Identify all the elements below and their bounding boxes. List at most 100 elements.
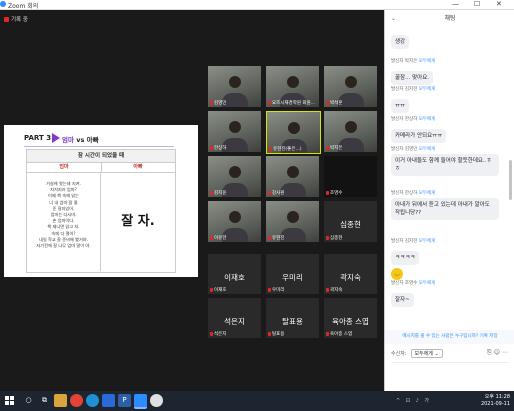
chat-sender: 발신자 조영수 모두에게 [391,280,435,286]
recipient-value: 모두에게 [414,351,433,357]
chat-message: 발신자 김지현 모두에게 ㅠㅠ [391,86,435,113]
table-title: 잠 시간이 되었을 때 [27,150,175,163]
chat-message: 발신자 한상하 모두에게 카메라가 안되요ㅠㅠ [391,116,447,143]
participant-display-name: 탈표용 [282,316,303,326]
participant-name: 우미리 [268,287,284,293]
maximize-button[interactable]: ☐ [474,0,480,8]
windows-start-icon[interactable] [5,396,14,405]
participant-name-text: 석은지 [214,332,227,337]
participant-tile[interactable]: 우미리 우미리 [266,254,319,294]
zoom-logo-icon [0,1,6,7]
mic-muted-icon [326,146,329,150]
chat-recipient: 모두에게 [418,147,436,152]
chat-receiver-notice[interactable]: 메시지를 볼 수 있는 사람은 누구입니까? 기록 저장 [385,330,514,344]
col2-text: 잘 자. [121,214,155,229]
participant-tile[interactable]: 요즈시재경학원 회원... [266,66,319,107]
minimize-button[interactable]: — [452,0,459,8]
file-explorer-icon[interactable] [54,394,67,407]
mic-muted-icon [268,191,271,195]
chat-scrollbar[interactable] [509,160,512,200]
participant-tile[interactable]: 석은지 석은지 [208,298,261,338]
participant-tile[interactable]: 이유한 [208,201,261,242]
zoom-icon[interactable] [134,394,147,409]
participant-tile[interactable]: 박지은 [324,111,377,152]
col1-header: 엄마 [27,163,102,173]
task-view-icon[interactable]: ⧉ [38,394,51,407]
chat-sender-name: 발신자 조영수 [391,281,419,286]
powerpoint-icon[interactable]: P [118,394,131,407]
col1-text: 거실에 왔는데 지켜. 지저지러 엄마? 이제 책 속에 읽는 너 내 엄마 잠 올준… [27,173,101,271]
participant-tile[interactable]: 이재호 이재호 [208,254,261,294]
participant-name: 조영수 [326,190,342,196]
participant-tile[interactable]: 탈표용 탈표용 [266,298,319,338]
participant-name: 김영민 [210,100,226,106]
chat-message-input[interactable] [391,362,509,387]
chat-bubble: 꿀잠... 맞아요. [391,71,434,85]
participant-tile[interactable]: 김지윤 [208,156,261,197]
mic-muted-icon [268,236,271,240]
participant-head [286,165,299,178]
window-title: Zoom 회의 [8,3,39,10]
mic-muted-icon [210,332,213,336]
participant-name-text: 곽지숙 [330,288,343,293]
clock[interactable]: 오후 11:28 2021-09-11 [481,394,510,408]
recording-indicator: 기록 중 [4,15,28,23]
close-button[interactable]: ✕ [496,0,502,8]
participant-display-name: 이재호 [224,272,245,282]
participant-display-name: 육아종 스엽 [332,316,369,326]
participant-tile[interactable]: 조영수 [324,156,377,197]
participant-tile[interactable]: 박석훈 [324,66,377,107]
system-tray-icons[interactable]: ^ ⊡ ♪ 가 [396,397,431,404]
mic-muted-icon [326,288,329,292]
chat-recipient: 모두에게 [418,87,436,92]
clock-date: 2021-09-11 [480,401,510,407]
recording-label: 기록 중 [11,17,28,23]
browser-icon[interactable] [102,394,115,407]
participant-name-text: 요즈시재경학원 회원... [272,101,315,106]
participant-name: 유현진(좋은...) [269,146,302,152]
chat-message: 발신자 김영민 모두에게 이거 아내들도 함께 들어야 할듯한데요..ㅎㅎ [391,146,499,176]
participant-name-text: 유현진(좋은...) [273,147,302,152]
chat-input-icons[interactable]: ⎘ ☺ ⋯ [487,349,508,357]
participant-name: 한상하 [210,145,226,151]
participant-tile[interactable]: 한상하 [208,111,261,152]
participant-name-text: 탈표용 [272,332,285,337]
participant-display-name: 곽지숙 [340,272,361,282]
chevron-down-icon[interactable]: ⌄ [391,10,396,28]
participant-name-text: 김지윤 [214,191,227,196]
recipient-select[interactable]: 모두에게 ⌄ [410,349,443,358]
participant-name: 김지윤 [210,190,226,196]
chat-message: 발신자 박지은 모두에게 꿀잠... 맞아요. [391,58,435,85]
mic-muted-icon [326,236,329,240]
chat-bubble: 이거 아내들도 함께 들어야 할듯한데요..ㅎㅎ [391,154,499,176]
participant-tile[interactable]: 육아종 스엽 육아종 스엽 [324,298,377,338]
participant-tile[interactable]: 유현진 [266,201,319,242]
slide-title-vs: vs [73,136,87,144]
search-icon[interactable]: ○ [22,394,35,407]
chat-sender-name: 발신자 김지현 [391,87,419,92]
mic-muted-icon [210,146,213,150]
participant-name: 강사원 [268,190,284,196]
participant-tile[interactable]: 심종현 심종현 [324,201,377,242]
recording-icon [4,16,9,22]
participant-tile[interactable]: 곽지숙 곽지숙 [324,254,377,294]
participant-display-name: 심종현 [340,220,361,230]
app-icon[interactable] [150,394,163,407]
chat-recipient: 모두에게 [418,191,436,196]
participant-tile[interactable]: 강사원 [266,156,319,197]
chat-sender-name: 발신자 김지현 [391,239,419,244]
mic-muted-icon [210,101,213,105]
chat-recipient: 모두에게 [418,117,436,122]
chat-message: 생강 [391,28,410,49]
clock-time: 오후 11:28 [484,394,510,400]
participant-tile[interactable]: 김영민 [208,66,261,107]
chat-panel: ⌄ 채팅 생강 발신자 박지은 모두에게 꿀잠... 맞아요. 발신자 김지현 모두에… [384,10,514,391]
chat-sender-name: 발신자 한상하 [391,117,419,122]
slide-title-left: 엄마 [62,136,74,144]
chrome-icon[interactable] [70,394,83,407]
participant-name: 심종현 [326,235,342,241]
chat-messages: 생강 발신자 박지은 모두에게 꿀잠... 맞아요. 발신자 김지현 모두에게 ㅠㅠ 발신… [385,28,514,333]
edge-icon[interactable] [86,394,99,407]
participant-tile[interactable]: 유현진(좋은...) [266,111,321,154]
participant-name-text: 한상하 [214,146,227,151]
